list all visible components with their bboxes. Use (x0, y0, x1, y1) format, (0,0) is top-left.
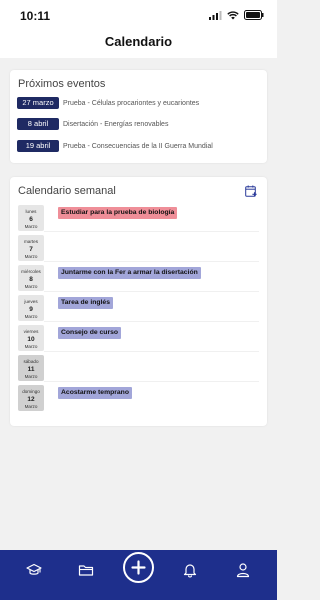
day-row-domingo[interactable]: domingo 12 Marzo Acostarme temprano (18, 385, 259, 411)
folder-icon[interactable] (78, 562, 94, 578)
day-number: 10 (27, 336, 35, 343)
row-divider (44, 381, 259, 382)
weekly-calendar-card: Calendario semanal lunes 6 Marzo Estudia… (10, 177, 267, 426)
day-chip: jueves 9 Marzo (18, 295, 44, 321)
day-row-viernes[interactable]: viernes 10 Marzo Consejo de curso (18, 325, 259, 352)
status-bar: 10:11 (0, 0, 277, 30)
event-date-badge: 27 marzo (17, 97, 59, 109)
task-chip[interactable]: Estudiar para la prueba de biología (58, 207, 178, 219)
task-chip[interactable]: Juntarme con la Fer a armar la disertaci… (58, 267, 201, 279)
day-number: 8 (29, 276, 33, 283)
event-row[interactable]: 8 abril Disertación - Energías renovable… (17, 118, 168, 130)
event-date-badge: 19 abril (17, 140, 59, 152)
upcoming-events-title: Próximos eventos (18, 78, 106, 90)
day-month: Marzo (24, 284, 38, 289)
wifi-icon (227, 10, 239, 19)
add-icon (131, 560, 146, 575)
day-number: 12 (27, 396, 35, 403)
day-month: Marzo (24, 314, 38, 319)
day-name: lunes (25, 209, 37, 214)
day-name: sábado (23, 359, 39, 364)
bottom-tab-bar (0, 550, 277, 600)
event-row[interactable]: 19 abril Prueba - Consecuencias de la II… (17, 140, 213, 152)
day-number: 9 (29, 306, 33, 313)
day-name: domingo (22, 389, 40, 394)
battery-icon (244, 10, 264, 20)
task-chip[interactable]: Acostarme temprano (58, 387, 132, 399)
day-chip: lunes 6 Marzo (18, 205, 44, 231)
graduation-cap-icon[interactable] (26, 562, 42, 578)
day-number: 11 (27, 366, 35, 373)
event-text: Prueba - Células procariontes y eucarion… (63, 99, 200, 107)
day-name: miércoles (21, 269, 41, 274)
task-chip[interactable]: Tarea de inglés (58, 297, 113, 309)
user-icon[interactable] (235, 562, 251, 578)
day-month: Marzo (24, 344, 38, 349)
day-chip: sábado 11 Marzo (18, 355, 44, 381)
row-divider (44, 291, 259, 292)
event-text: Disertación - Energías renovables (63, 120, 169, 128)
status-time: 10:11 (20, 9, 51, 23)
row-divider (44, 321, 259, 322)
day-number: 7 (29, 246, 33, 253)
day-name: jueves (24, 299, 38, 304)
day-chip: viernes 10 Marzo (18, 325, 44, 351)
add-button[interactable] (123, 552, 154, 583)
upcoming-events-card: Próximos eventos 27 marzo Prueba - Célul… (10, 70, 267, 163)
day-month: Marzo (24, 374, 38, 379)
bell-icon[interactable] (182, 562, 198, 578)
day-chip: martes 7 Marzo (18, 235, 44, 261)
day-number: 6 (29, 216, 33, 223)
day-month: Marzo (24, 404, 38, 409)
status-icons (209, 10, 264, 20)
event-row[interactable]: 27 marzo Prueba - Células procariontes y… (17, 97, 199, 109)
day-row-sabado[interactable]: sábado 11 Marzo (18, 355, 259, 382)
row-divider (44, 351, 259, 352)
day-name: viernes (23, 329, 39, 334)
day-month: Marzo (24, 254, 38, 259)
event-text: Prueba - Consecuencias de la II Guerra M… (63, 142, 213, 150)
row-divider (44, 231, 259, 232)
signal-icon (209, 10, 222, 20)
day-row-lunes[interactable]: lunes 6 Marzo Estudiar para la prueba de… (18, 205, 259, 232)
calendar-add-icon[interactable] (245, 185, 257, 197)
day-chip: miércoles 8 Marzo (18, 265, 44, 291)
weekly-calendar-title: Calendario semanal (18, 185, 116, 197)
day-name: martes (23, 239, 39, 244)
event-date-badge: 8 abril (17, 118, 59, 130)
row-divider (44, 261, 259, 262)
day-row-martes[interactable]: martes 7 Marzo (18, 235, 259, 262)
day-row-miercoles[interactable]: miércoles 8 Marzo Juntarme con la Fer a … (18, 265, 259, 292)
day-chip: domingo 12 Marzo (18, 385, 44, 411)
task-chip[interactable]: Consejo de curso (58, 327, 122, 339)
app-header: Calendario (0, 30, 277, 58)
day-month: Marzo (24, 224, 38, 229)
day-row-jueves[interactable]: jueves 9 Marzo Tarea de inglés (18, 295, 259, 322)
page-title: Calendario (104, 34, 173, 49)
